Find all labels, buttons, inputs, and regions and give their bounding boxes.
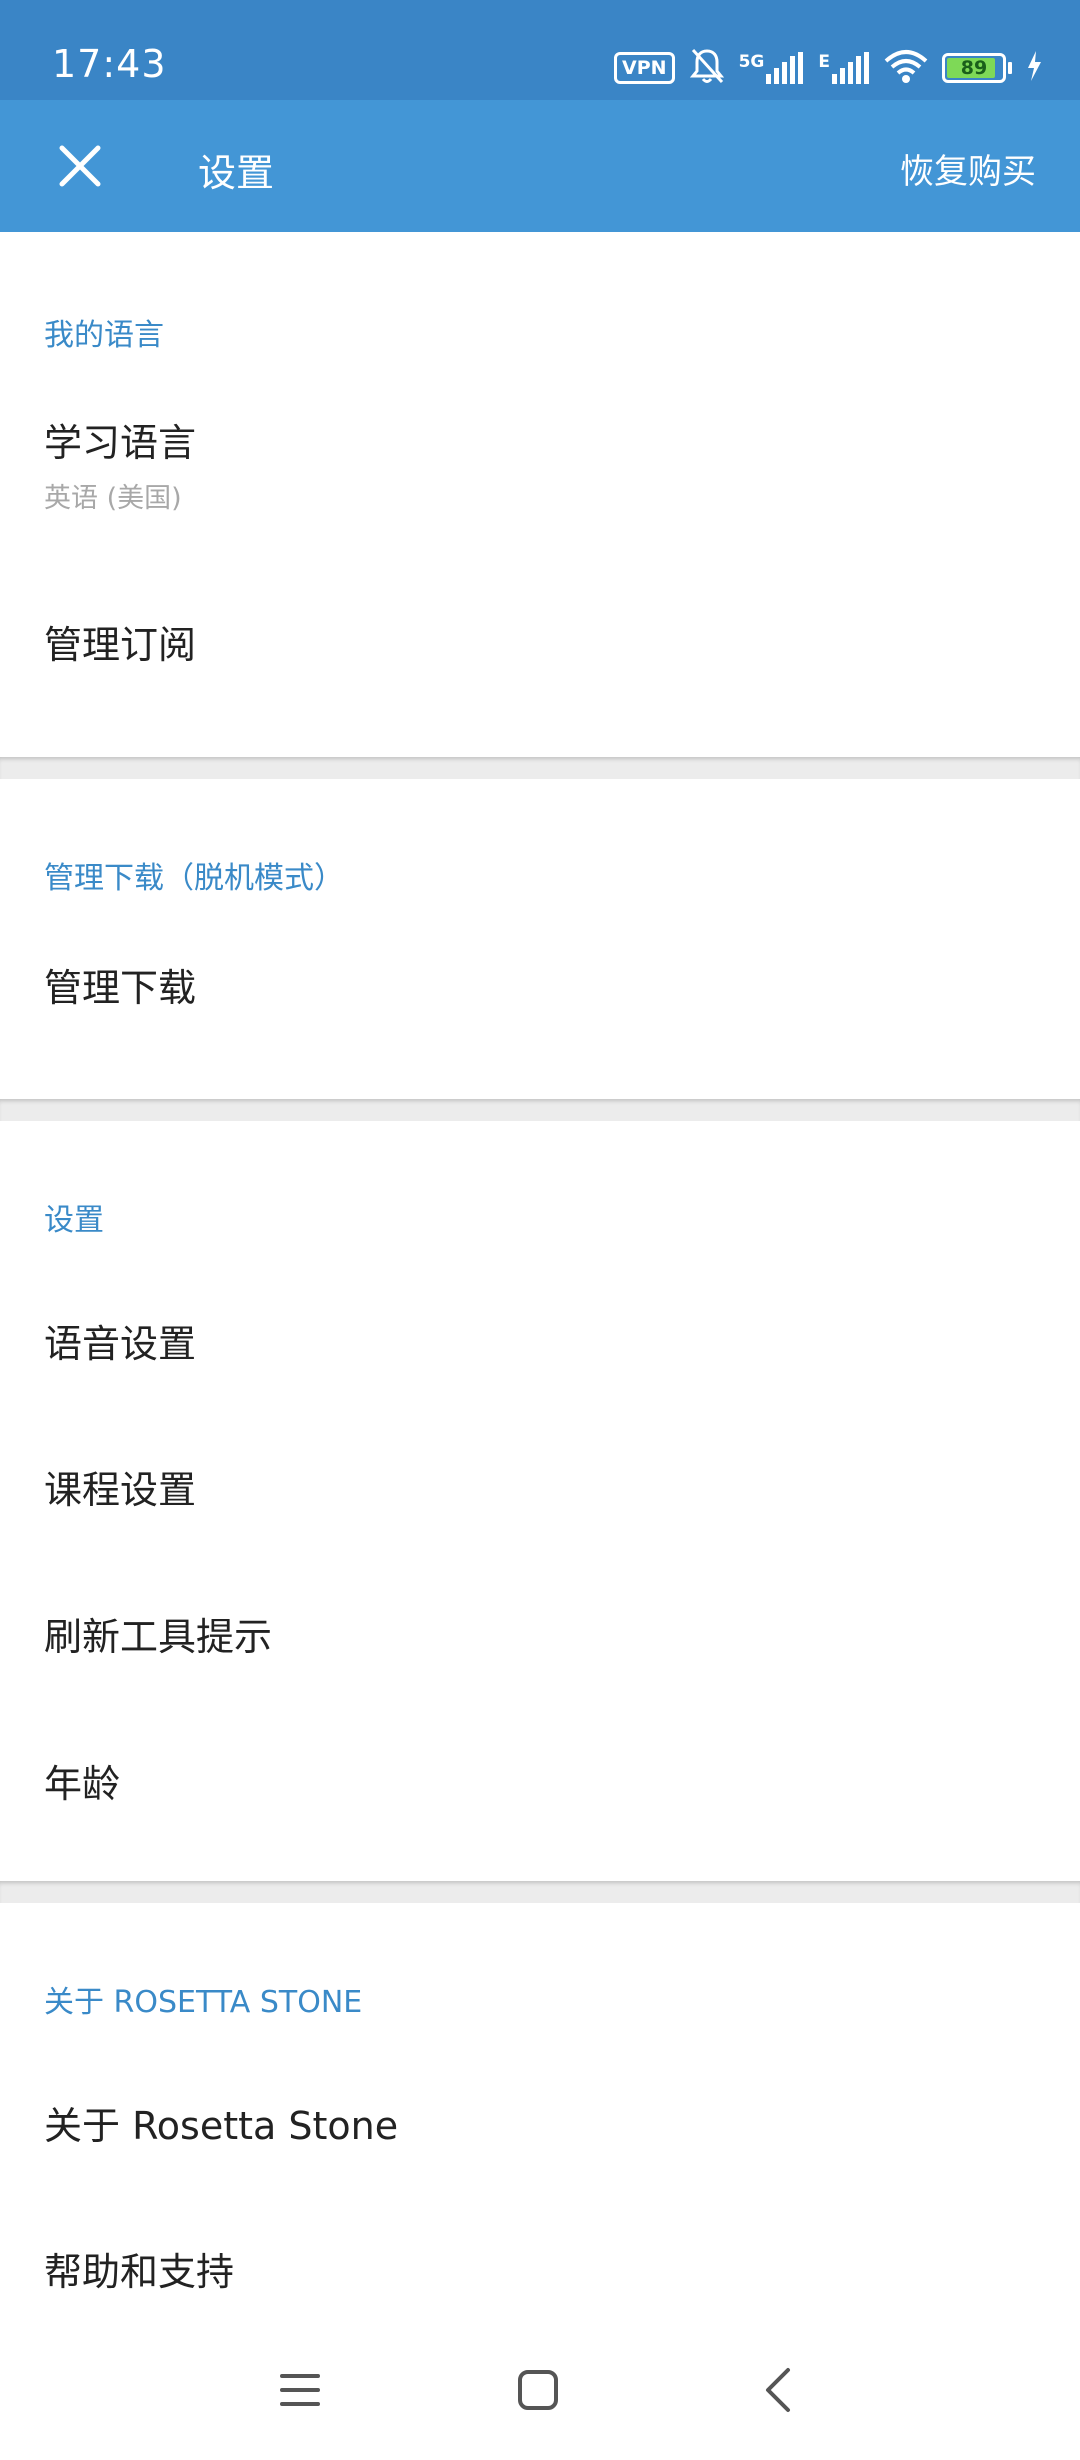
course-settings-item[interactable]: 课程设置 xyxy=(0,1437,1080,1567)
manage-downloads-label: 管理下载 xyxy=(44,966,197,1010)
signal-e-icon: E xyxy=(818,52,870,84)
charging-icon xyxy=(1026,51,1042,85)
restore-purchase-button[interactable]: 恢复购买 xyxy=(900,144,1036,193)
section-divider xyxy=(0,1099,1080,1121)
refresh-tooltips-label: 刷新工具提示 xyxy=(44,1615,273,1659)
voice-settings-label: 语音设置 xyxy=(44,1322,197,1366)
signal-5g-icon: 5G xyxy=(739,52,805,84)
course-settings-label: 课程设置 xyxy=(44,1468,197,1512)
section-about: 关于 ROSETTA STONE 关于 Rosetta Stone 帮助和支持 xyxy=(0,1903,1080,2320)
status-time: 17:43 xyxy=(52,42,167,86)
refresh-tooltips-item[interactable]: 刷新工具提示 xyxy=(0,1584,1080,1714)
vpn-badge: VPN xyxy=(614,52,675,84)
study-language-item[interactable]: 学习语言 英语 (美国) xyxy=(0,412,1080,562)
section-downloads: 管理下载（脱机模式） 管理下载 xyxy=(0,779,1080,1099)
manage-subscription-label: 管理订阅 xyxy=(44,623,197,667)
section-settings: 设置 语音设置 课程设置 刷新工具提示 年龄 xyxy=(0,1121,1080,1881)
help-support-label: 帮助和支持 xyxy=(44,2250,235,2294)
mute-bell-icon xyxy=(689,47,725,89)
menu-button[interactable] xyxy=(270,2360,330,2420)
close-icon xyxy=(59,145,101,187)
battery-level: 89 xyxy=(960,57,988,79)
back-button[interactable] xyxy=(748,2360,808,2420)
section-divider xyxy=(0,757,1080,779)
page-title: 设置 xyxy=(198,151,275,195)
back-icon xyxy=(766,2368,790,2412)
home-button[interactable] xyxy=(508,2360,568,2420)
status-icons: VPN 5G E 89 xyxy=(614,48,1042,88)
wifi-icon xyxy=(884,49,928,87)
voice-settings-item[interactable]: 语音设置 xyxy=(0,1291,1080,1421)
study-language-label: 学习语言 xyxy=(44,421,197,465)
status-bar: 17:43 VPN 5G E 89 xyxy=(0,0,1080,100)
age-label: 年龄 xyxy=(44,1762,121,1806)
about-rosetta-label: 关于 Rosetta Stone xyxy=(44,2104,399,2148)
study-language-value: 英语 (美国) xyxy=(44,483,182,514)
home-icon xyxy=(518,2370,558,2410)
manage-downloads-item[interactable]: 管理下载 xyxy=(0,939,1080,1049)
section-header-my-language: 我的语言 xyxy=(44,318,164,353)
battery-icon: 89 xyxy=(942,53,1012,83)
section-my-language: 我的语言 学习语言 英语 (美国) 管理订阅 xyxy=(0,232,1080,757)
help-support-item[interactable]: 帮助和支持 xyxy=(0,2219,1080,2320)
menu-icon xyxy=(280,2374,320,2406)
app-bar: 设置 恢复购买 xyxy=(0,100,1080,232)
about-rosetta-item[interactable]: 关于 Rosetta Stone xyxy=(0,2073,1080,2203)
close-button[interactable] xyxy=(40,126,120,206)
signal-label-e: E xyxy=(818,52,830,72)
age-item[interactable]: 年龄 xyxy=(0,1731,1080,1861)
section-header-downloads: 管理下载（脱机模式） xyxy=(44,861,344,896)
signal-label-5g: 5G xyxy=(738,52,765,72)
manage-subscription-item[interactable]: 管理订阅 xyxy=(0,602,1080,712)
section-header-settings: 设置 xyxy=(44,1203,104,1238)
section-header-about: 关于 ROSETTA STONE xyxy=(44,1985,363,2020)
system-nav-bar xyxy=(0,2320,1080,2460)
section-divider xyxy=(0,1881,1080,1903)
